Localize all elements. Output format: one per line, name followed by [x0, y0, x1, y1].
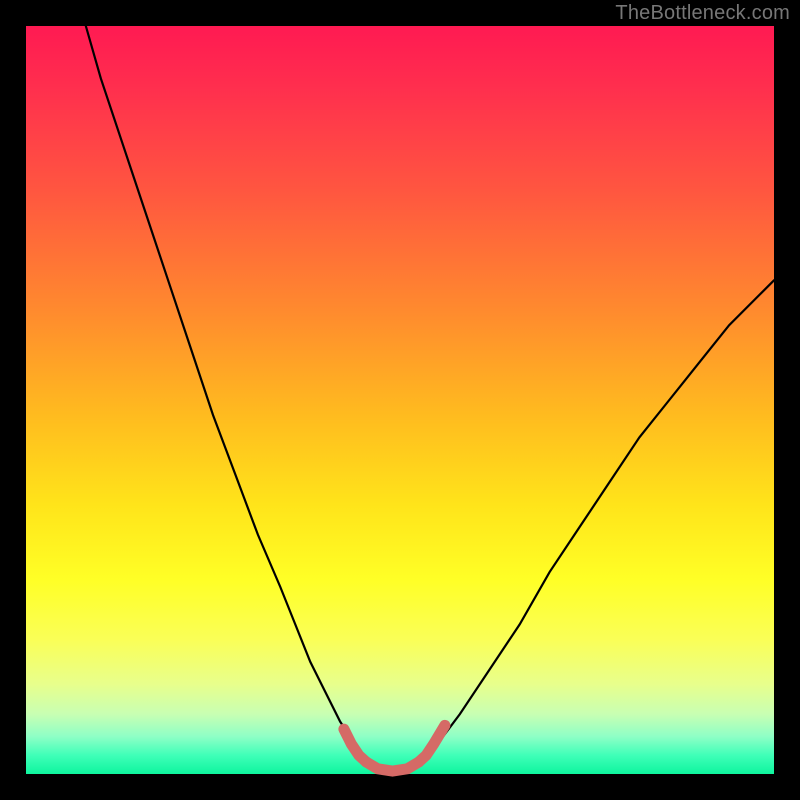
curve-left	[86, 26, 363, 759]
curve-right	[422, 280, 774, 759]
highlight-floor	[366, 762, 418, 771]
watermark-text: TheBottleneck.com	[615, 2, 790, 25]
highlight-right	[419, 725, 445, 762]
chart-frame: TheBottleneck.com	[0, 0, 800, 800]
curve-layer	[26, 26, 774, 774]
highlight-left	[344, 729, 366, 762]
plot-area	[26, 26, 774, 774]
